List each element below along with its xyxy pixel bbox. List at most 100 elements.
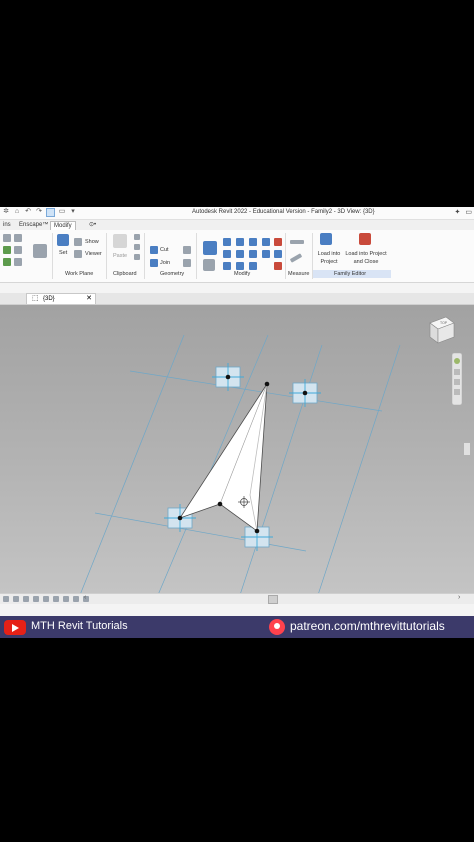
array-icon[interactable] — [262, 250, 270, 258]
paste-label[interactable]: Paste — [113, 253, 127, 259]
split-icon[interactable] — [262, 238, 270, 246]
window-icon[interactable]: ▭ — [58, 208, 66, 216]
select-icon[interactable] — [3, 234, 11, 242]
model-canvas: TOP — [80, 316, 470, 593]
type-properties-icon[interactable] — [3, 246, 11, 254]
point-apex[interactable] — [264, 381, 270, 387]
unpin-icon[interactable] — [249, 262, 257, 270]
show-icon[interactable] — [74, 238, 82, 246]
detail-level-icon[interactable] — [3, 596, 9, 602]
thin-lines-icon[interactable] — [46, 208, 55, 217]
point-right[interactable] — [302, 390, 308, 396]
lock-view-icon[interactable] — [63, 596, 69, 602]
pin-icon[interactable] — [236, 262, 244, 270]
view-tab-bar: ⬚ {3D} ✕ — [0, 293, 474, 305]
navigation-bar[interactable] — [451, 352, 463, 406]
horizontal-scrollbar-thumb[interactable] — [268, 595, 278, 604]
viewer-label[interactable]: Viewer — [85, 251, 102, 257]
viewcube[interactable]: TOP — [429, 316, 455, 344]
category-icon[interactable] — [14, 258, 22, 266]
revit-window: ✲ ⌂ ↶ ↷ ▭ ▾ Autodesk Revit 2022 - Educat… — [0, 207, 474, 617]
rotate-icon[interactable] — [236, 250, 244, 258]
restore-icon[interactable]: ▭ — [465, 208, 472, 216]
load-into-project-label[interactable]: Load into Project — [313, 250, 345, 266]
set-label[interactable]: Set — [59, 250, 67, 256]
scroll-right-icon[interactable]: › — [458, 594, 460, 601]
geometry-tool-icon[interactable] — [183, 246, 191, 254]
undo-icon[interactable]: ↶ — [24, 208, 32, 216]
title-bar: ✲ ⌂ ↶ ↷ ▭ ▾ Autodesk Revit 2022 - Educat… — [0, 207, 474, 220]
geometry-panel-label: Geometry — [160, 271, 185, 277]
scroll-left-icon[interactable]: ‹ — [84, 594, 86, 601]
hide-icon[interactable] — [73, 596, 79, 602]
minimize-icon[interactable]: ✦ — [455, 208, 461, 216]
point-top[interactable] — [225, 374, 231, 380]
extrusion-form[interactable] — [179, 382, 268, 532]
tab-ins[interactable]: ins — [0, 221, 14, 229]
create-form-icon[interactable] — [33, 244, 47, 258]
mirror-icon[interactable] — [236, 238, 244, 246]
split-gap-icon[interactable] — [274, 250, 282, 258]
cut-label[interactable]: Cut — [160, 247, 169, 253]
channel-banner: MTH Revit Tutorials patreon.com/mthrevit… — [0, 616, 474, 638]
sun-path-icon[interactable] — [23, 596, 29, 602]
cut-icon[interactable] — [150, 246, 158, 254]
side-scrollbar[interactable] — [464, 443, 470, 455]
properties-icon[interactable] — [14, 234, 22, 242]
tab-enscape[interactable]: Enscape™ — [16, 221, 51, 229]
copy-element-icon[interactable] — [223, 250, 231, 258]
dimension-icon[interactable] — [289, 253, 303, 263]
set-work-plane-icon[interactable] — [57, 234, 69, 246]
patreon-link[interactable]: patreon.com/mthrevittutorials — [290, 619, 445, 633]
copy-icon[interactable] — [134, 244, 140, 250]
view-tab-label: {3D} — [43, 296, 55, 302]
join-icon[interactable] — [150, 259, 158, 267]
point-bottom-right[interactable] — [254, 528, 260, 534]
delete-icon[interactable] — [274, 262, 282, 270]
3d-viewport[interactable]: TOP — [0, 305, 474, 593]
shadows-icon[interactable] — [33, 596, 39, 602]
tab-modify[interactable]: Modify — [50, 221, 76, 230]
cut-clip-icon[interactable] — [134, 234, 140, 240]
move-icon[interactable] — [203, 259, 215, 271]
redo-icon[interactable]: ↷ — [35, 208, 43, 216]
geometry-tool2-icon[interactable] — [183, 259, 191, 267]
tab-extra[interactable]: ⊙• — [86, 221, 99, 229]
family-editor-panel-label: Family Editor — [334, 271, 367, 277]
align-icon[interactable] — [203, 241, 217, 255]
load-into-project-icon[interactable] — [320, 233, 332, 245]
mirror-draw-icon[interactable] — [249, 238, 257, 246]
viewer-icon[interactable] — [74, 250, 82, 258]
render-icon[interactable] — [43, 596, 49, 602]
load-into-project-close-label[interactable]: Load into Project and Close — [342, 250, 390, 266]
paste-icon[interactable] — [113, 234, 127, 248]
quick-access-toolbar: ✲ ⌂ ↶ ↷ ▭ ▾ — [2, 208, 77, 217]
family-types-icon[interactable] — [14, 246, 22, 254]
extend-icon[interactable] — [274, 238, 282, 246]
close-icon[interactable]: ✕ — [86, 294, 92, 304]
channel-name: MTH Revit Tutorials — [31, 620, 128, 632]
join-label[interactable]: Join — [160, 260, 170, 266]
tab-3d-view[interactable]: ⬚ {3D} ✕ — [26, 293, 96, 304]
show-label[interactable]: Show — [85, 239, 99, 245]
load-into-project-close-icon[interactable] — [359, 233, 371, 245]
open-icon[interactable]: ⌂ — [13, 208, 21, 216]
window-title: Autodesk Revit 2022 - Educational Versio… — [192, 209, 375, 215]
trim-icon[interactable] — [249, 250, 257, 258]
qat-dropdown-icon[interactable]: ▾ — [69, 208, 77, 216]
viewcube-face-label: TOP — [440, 321, 448, 325]
crop-icon[interactable] — [53, 596, 59, 602]
point-bottom-left[interactable] — [177, 515, 183, 521]
3d-view-icon: ⬚ — [32, 295, 39, 302]
ribbon-tabs: ins Enscape™ Modify ⊙• — [0, 220, 474, 230]
measure-icon[interactable] — [290, 240, 304, 244]
visual-style-icon[interactable] — [13, 596, 19, 602]
clipboard-panel-label: Clipboard — [113, 271, 137, 277]
params-icon[interactable] — [3, 258, 11, 266]
match-icon[interactable] — [134, 254, 140, 260]
scale-icon[interactable] — [223, 262, 231, 270]
offset-icon[interactable] — [223, 238, 231, 246]
ribbon: Set Show Viewer Work Plane Paste Clipboa… — [0, 230, 474, 283]
point-mid[interactable] — [217, 501, 223, 507]
settings-icon[interactable]: ✲ — [2, 208, 10, 216]
